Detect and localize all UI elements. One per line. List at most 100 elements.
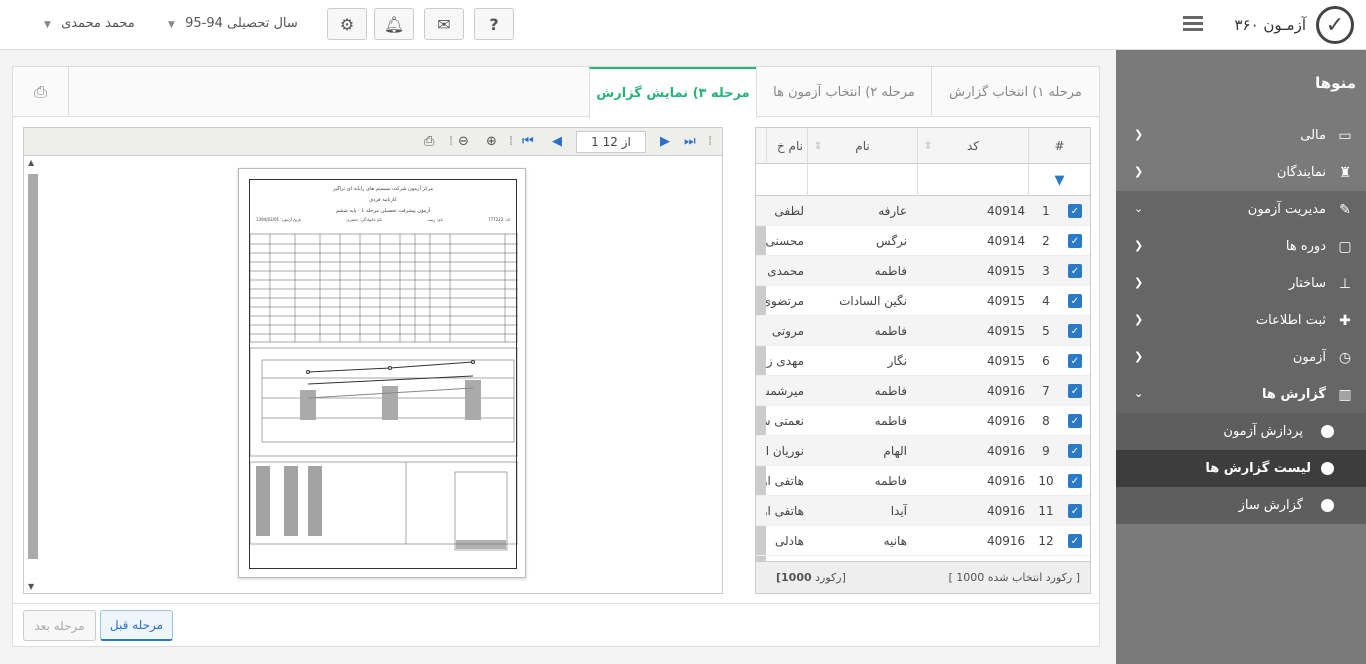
scroll-down-icon[interactable]: ▼ [28, 582, 34, 591]
report-line1: مرکز آزمون شرکت سیستم های رایانه ای تراگ… [332, 186, 434, 192]
row-number: 9 [1042, 444, 1050, 458]
scroll-thumb[interactable] [28, 174, 38, 559]
logo[interactable]: آزمـون ۳۶۰ ✓ [1206, 0, 1366, 50]
row-checkbox[interactable]: ✓ [1068, 376, 1086, 406]
row-checkbox[interactable]: ✓ [1068, 226, 1086, 256]
table-row[interactable]: ✓ 4 409152 نگین السادات مرتضوی [756, 286, 1090, 316]
table-row[interactable]: ✓ 11 409167 آیدا هاتفی ار [756, 496, 1090, 526]
column-header-num[interactable]: # [1028, 128, 1090, 164]
sidebar-item-data-entry[interactable]: ❯ ثبت اطلاعات ✚ [1116, 302, 1366, 339]
chevron-down-icon: ⌄ [1134, 202, 1144, 215]
sidebar-item-label: ثبت اطلاعات [1255, 313, 1326, 328]
settings-button[interactable]: ⚙ [327, 8, 367, 40]
bar-chart-icon: ▥ [1338, 386, 1352, 403]
caret-down-icon: ▼ [168, 20, 175, 30]
first-page-icon[interactable]: ⏮ [522, 134, 534, 149]
viewer-vertical-scrollbar[interactable]: ▲ ▼ [28, 158, 38, 591]
page-indicator[interactable]: 1 از 12 [576, 131, 646, 153]
report-page-preview: مرکز آزمون شرکت سیستم های رایانه ای تراگ… [238, 168, 526, 578]
row-checkbox[interactable]: ✓ [1068, 466, 1086, 496]
user-menu[interactable]: ▼ محمد محمدی [44, 16, 135, 31]
print-icon[interactable]: ⎙ [424, 134, 434, 149]
column-header-code[interactable]: ⇕ کد [917, 128, 1028, 164]
last-page-icon[interactable]: ⏭ [684, 134, 696, 149]
table-row[interactable]: ✓ 1 409144 عارفه لطفی [756, 196, 1090, 226]
row-checkbox[interactable]: ✓ [1068, 286, 1086, 316]
question-icon: ? [489, 14, 499, 34]
grid-body: ✓ 1 409144 عارفه لطفی ✓ 2 409145 نرگس محسنی ✓ 3 4091… [756, 196, 1090, 556]
row-name: هانیه [883, 534, 907, 548]
row-checkbox[interactable]: ✓ [1068, 346, 1086, 376]
tab-step3[interactable]: مرحله ۳) نمایش گزارش [589, 67, 756, 118]
academic-year-select[interactable]: ▼ سال تحصیلی 94-95 [168, 16, 298, 31]
table-row[interactable]: ✓ 9 409163 الهام نوریان ار [756, 436, 1090, 466]
row-checkbox[interactable]: ✓ [1068, 196, 1086, 226]
row-code: 409166 [987, 474, 1025, 488]
sidebar-item-label: مدیریت آزمون [1247, 202, 1326, 217]
sidebar-title: منوها [1315, 74, 1356, 92]
sidebar-item-exam[interactable]: ❯ آزمون ◷ [1116, 339, 1366, 376]
row-family: مروتی [771, 324, 804, 338]
column-header-family[interactable]: نام خ [766, 128, 807, 164]
table-row[interactable]: ✓ 8 409162 فاطمه نعمتی ش [756, 406, 1090, 436]
chevron-right-icon: ❯ [1134, 276, 1144, 289]
sidebar-item-reports[interactable]: ⌄ گزارش ها ▥ [1116, 376, 1366, 413]
tab-step1[interactable]: مرحله ۱) انتخاب گزارش [931, 67, 1099, 117]
row-code: 409168 [987, 534, 1025, 548]
row-code: 409144 [987, 204, 1025, 218]
table-row[interactable]: ✓ 7 409160 فاطمه میرشمس [756, 376, 1090, 406]
row-number: 11 [1038, 504, 1054, 518]
row-checkbox[interactable]: ✓ [1068, 496, 1086, 526]
scroll-up-icon[interactable]: ▲ [28, 158, 34, 167]
checkmark-logo-icon: ✓ [1316, 6, 1354, 44]
table-row[interactable]: ✓ 6 409155 نگار مهدی زا [756, 346, 1090, 376]
row-number: 7 [1042, 384, 1050, 398]
hamburger-menu-icon[interactable] [1183, 14, 1203, 34]
table-row[interactable]: ✓ 12 409168 هانیه هادلی [756, 526, 1090, 556]
next-step-button[interactable]: مرحله بعد [23, 610, 96, 641]
help-button[interactable]: ? [474, 8, 514, 40]
sidebar-item-finance[interactable]: ❯ مالی ▭ [1116, 117, 1366, 154]
sidebar-item-structure[interactable]: ❯ ساختار ⊥ [1116, 265, 1366, 302]
circle-bullet-icon [1321, 425, 1334, 438]
table-row[interactable]: ✓ 10 409166 فاطمه هاتفی ار [756, 466, 1090, 496]
filter-icon[interactable]: ▼ [1028, 164, 1090, 196]
next-page-icon[interactable]: ▶ [660, 134, 670, 149]
zoom-in-icon[interactable]: ⊕ [486, 134, 497, 149]
sort-icon: ⇕ [924, 140, 933, 152]
table-row[interactable]: ✓ 2 409145 نرگس محسنی [756, 226, 1090, 256]
wizard-tabs: ⎙ مرحله ۱) انتخاب گزارش مرحله ۲) انتخاب … [13, 67, 1099, 118]
row-family: محسنی [766, 234, 804, 248]
row-name: نرگس [876, 234, 907, 248]
zoom-out-icon[interactable]: ⊖ [458, 134, 469, 149]
row-checkbox[interactable]: ✓ [1068, 316, 1086, 346]
tab-step2[interactable]: مرحله ۲) انتخاب آزمون ها [756, 67, 931, 117]
sidebar-subitem-exam-processing[interactable]: پردازش آزمون [1116, 413, 1366, 450]
row-checkbox[interactable]: ✓ [1068, 526, 1086, 556]
column-header-name[interactable]: ⇕ نام [807, 128, 917, 164]
sidebar-item-agents[interactable]: ❯ نمایندگان ♜ [1116, 154, 1366, 191]
chevron-right-icon: ❯ [1134, 239, 1144, 252]
edit-icon: ✎ [1339, 201, 1351, 218]
row-name: فاطمه [874, 474, 907, 488]
sidebar-item-courses[interactable]: ❯ دوره ها ▢ [1116, 228, 1366, 265]
table-row[interactable]: ✓ 5 409153 فاطمه مروتی [756, 316, 1090, 346]
row-checkbox[interactable]: ✓ [1068, 436, 1086, 466]
sidebar-item-exam-management[interactable]: ⌄ مدیریت آزمون ✎ [1116, 191, 1366, 228]
table-row[interactable]: ✓ 3 409150 فاطمه محمدی [756, 256, 1090, 286]
notifications-button[interactable]: 🔔︎ [374, 8, 414, 40]
row-name: نگار [887, 354, 907, 368]
sitemap-icon: ⊥ [1338, 275, 1352, 292]
sidebar-subitem-report-list[interactable]: لیست گزارش ها [1116, 450, 1366, 487]
print-button[interactable]: ⎙ [13, 67, 69, 117]
prev-page-icon[interactable]: ◀ [552, 134, 562, 149]
sidebar-subitem-report-builder[interactable]: گزارش ساز [1116, 487, 1366, 524]
prev-step-button[interactable]: مرحله قبل [100, 610, 173, 641]
messages-button[interactable]: ✉ [424, 8, 464, 40]
filter-name-input[interactable] [807, 164, 917, 196]
checkmark-icon: ✓ [1068, 354, 1082, 368]
filter-code-input[interactable] [917, 164, 1028, 196]
row-checkbox[interactable]: ✓ [1068, 406, 1086, 436]
user-add-icon: ✚ [1339, 312, 1351, 329]
row-checkbox[interactable]: ✓ [1068, 256, 1086, 286]
